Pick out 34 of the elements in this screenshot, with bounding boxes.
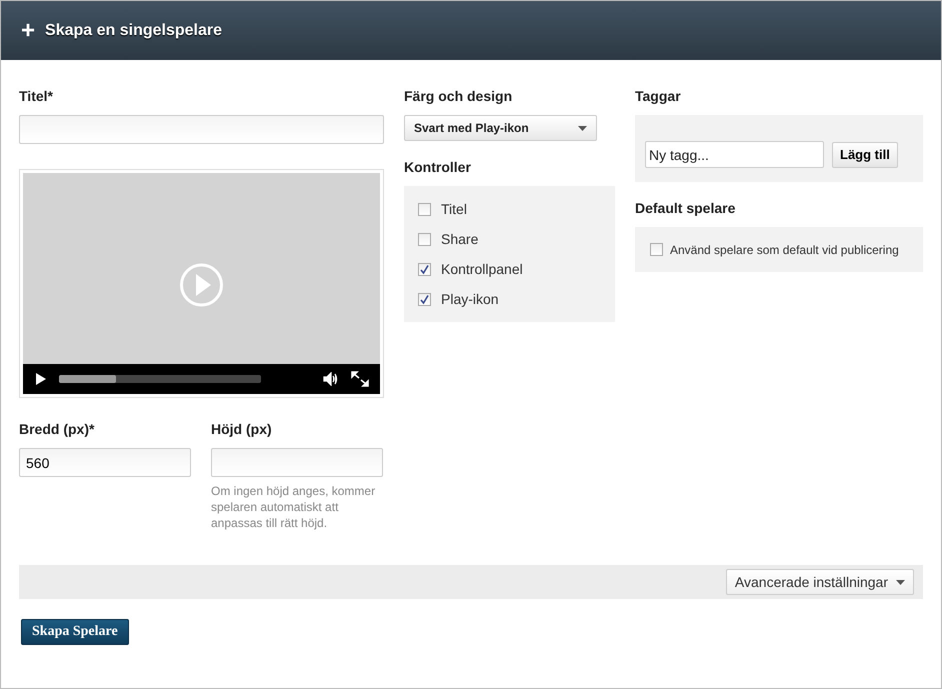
checkbox-label: Kontrollpanel	[441, 261, 523, 277]
checkbox-label: Titel	[441, 201, 467, 217]
advanced-settings-button[interactable]: Avancerade inställningar	[726, 569, 914, 595]
checkbox[interactable]	[418, 232, 431, 246]
field-label: Bredd (px)*	[19, 421, 96, 437]
add-button[interactable]: Lägg till	[832, 142, 898, 168]
section-label: Färg och design	[404, 88, 514, 104]
field-label: Titel*	[19, 88, 54, 104]
section-label: Kontroller	[404, 159, 472, 175]
checkbox[interactable]	[418, 292, 431, 306]
checkbox-label: Share	[441, 231, 478, 247]
checkbox-label: Play-ikon	[441, 291, 499, 307]
checkbox[interactable]	[418, 202, 431, 216]
plus-icon: +	[21, 18, 36, 42]
design-dropdown[interactable]: Svart med Play-ikon	[404, 115, 597, 141]
checkbox[interactable]	[650, 243, 663, 256]
width-field[interactable]: 560	[19, 448, 191, 477]
page-title: Skapa en singelspelare	[45, 22, 222, 40]
height-field[interactable]	[211, 448, 383, 477]
fullscreen-icon[interactable]	[351, 371, 369, 387]
checkbox-label: Använd spelare som default vid publicering	[670, 242, 899, 256]
caret-icon	[578, 126, 587, 130]
field-label: Höjd (px)	[211, 421, 273, 437]
create-player-button[interactable]: Skapa Spelare	[21, 619, 129, 645]
title-field[interactable]	[19, 115, 384, 144]
section-label: Default spelare	[635, 200, 736, 216]
volume-icon[interactable]	[323, 372, 339, 386]
tag-field[interactable]: Ny tagg...	[645, 141, 824, 168]
help-text: Om ingen höjd anges, kommer spelaren automatiskt att anpassas till rätt höjd.	[211, 483, 376, 531]
caret-icon	[896, 580, 905, 584]
progress-track[interactable]	[59, 375, 261, 383]
checkbox[interactable]	[418, 262, 431, 276]
play-icon[interactable]	[33, 371, 47, 387]
section-label: Taggar	[635, 88, 682, 104]
